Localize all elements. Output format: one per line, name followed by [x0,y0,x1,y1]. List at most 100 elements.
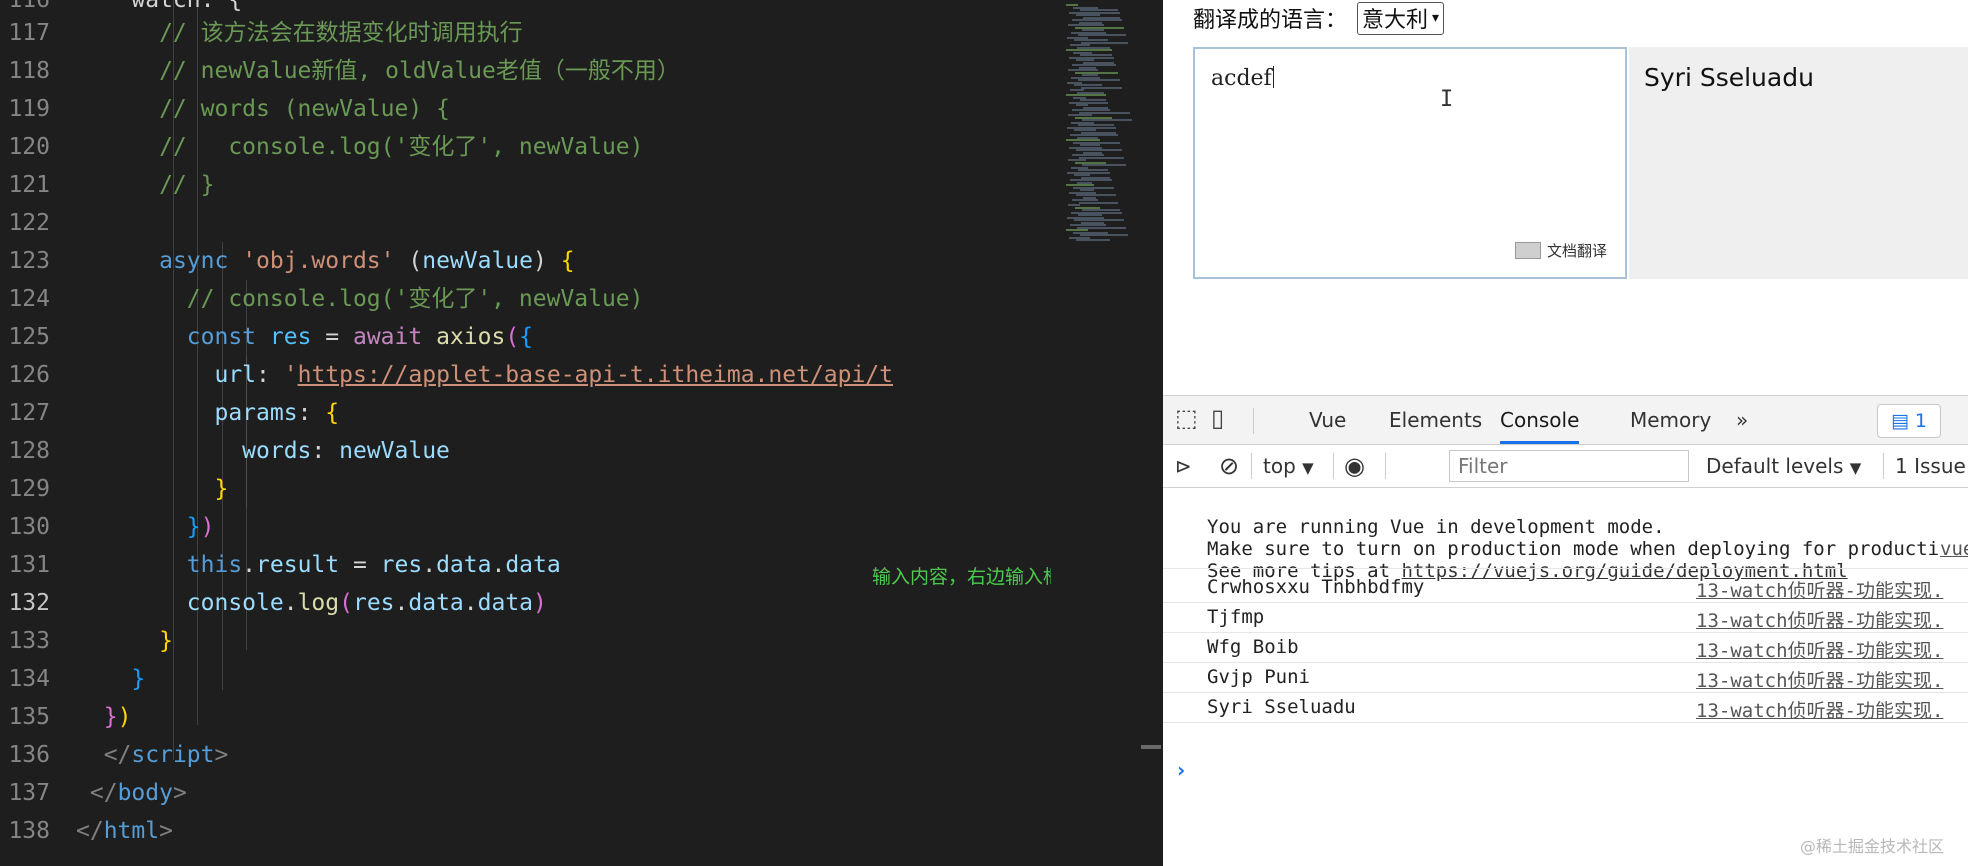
code-text: // newValue新值, oldValue老值（一般不用） [76,52,680,90]
translation-text: Syri Sseluadu [1644,63,1814,92]
code-token: res [380,552,423,578]
code-token: html [103,818,160,844]
message-badge[interactable]: ▤ 1 [1877,404,1941,438]
divider [1333,453,1334,479]
code-line[interactable]: 137 </body> [0,774,1051,812]
context-select[interactable]: top ▼ [1263,445,1314,487]
device-toolbar-icon[interactable]: ▯ [1211,404,1224,432]
row-divider [1163,568,1968,569]
editor-scrollbar[interactable] [1141,745,1161,749]
source-textarea[interactable]: acdef I 文档翻译 [1193,47,1627,279]
code-token: data [436,552,492,578]
clear-console-icon[interactable]: ⊘ [1219,445,1239,487]
doc-translate-button[interactable]: 文档翻译 [1514,240,1607,261]
code-token: . [491,552,506,578]
code-line[interactable]: 134 } [0,660,1051,698]
code-token: await [352,324,437,350]
code-line[interactable]: 118 // newValue新值, oldValue老值（一般不用） [0,52,1051,90]
language-row: 翻译成的语言： 意大利 ▾ [1193,0,1445,36]
line-number: 138 [8,818,50,844]
issues-button[interactable]: 1 Issue [1895,445,1966,487]
divider [1251,453,1252,479]
line-number: 137 [8,780,50,806]
code-text: } [76,660,145,698]
code-token: newValue [422,248,533,274]
more-tabs-button[interactable]: » [1736,396,1748,444]
text-caret [1272,66,1274,88]
source-link[interactable]: 13-watch侦听器-功能实现. [1696,666,1943,693]
minimap[interactable] [1058,0,1148,866]
tab-memory[interactable]: Memory [1630,396,1711,444]
code-line[interactable]: 125 const res = await axios({ [0,318,1051,356]
devtools-tabbar: ⬚ ▯ Vue Elements Console Memory » ▤ 1 [1163,396,1968,445]
code-token: ( [339,590,353,616]
log-text: Gvjp Puni [1207,666,1310,688]
code-line[interactable]: 136 </script> [0,736,1051,774]
code-token: log [297,590,340,616]
code-line[interactable]: 133 } [0,622,1051,660]
line-number: 126 [8,362,50,388]
code-token: . [394,590,409,616]
line-number: 118 [8,58,50,84]
code-token: https://applet-base-api-t.itheima.net/ap… [297,362,894,388]
code-token: } [103,704,118,730]
code-line[interactable]: 121 // } [0,166,1051,204]
code-editor[interactable]: 116 watch: {117 // 该方法会在数据变化时调用执行 118 // … [0,0,1051,866]
console-toolbar: ⊳ ⊘ top ▼ ◉ Filter Default levels ▼ 1 Is… [1163,445,1968,488]
tab-elements[interactable]: Elements [1389,396,1482,444]
code-line[interactable]: 138 </html> [0,812,1051,850]
language-selected: 意大利 [1362,8,1429,33]
line-number: 121 [8,172,50,198]
code-line[interactable]: 124 // console.log('变化了', newValue) [0,280,1051,318]
code-token: ) [533,248,561,274]
log-levels-select[interactable]: Default levels ▼ [1706,445,1861,487]
code-line[interactable]: 123 async 'obj.words' (newValue) { [0,242,1051,280]
filter-input[interactable]: Filter [1449,450,1689,482]
source-text: acdef [1211,66,1274,91]
code-token: // console.log('变化了', newValue) [76,134,644,160]
code-text: </script> [76,736,229,774]
code-line[interactable]: 122 [0,204,1051,242]
line-number: 130 [8,514,50,540]
tab-vue[interactable]: Vue [1309,396,1346,444]
source-link[interactable]: 13-watch侦听器-功能实现. [1696,576,1943,603]
code-text: url: 'https://applet-base-api-t.itheima.… [76,356,893,394]
code-line[interactable]: 132 console.log(res.data.data) [0,584,1051,622]
code-line[interactable]: 130 }) [0,508,1051,546]
code-text: console.log(res.data.data) [76,584,547,622]
log-text: Tjfmp [1207,606,1265,628]
code-token: axios [436,324,506,350]
code-token: ) [117,704,132,730]
inspect-element-icon[interactable]: ⬚ [1175,404,1198,432]
code-line[interactable]: 128 words: newValue [0,432,1051,470]
source-link[interactable]: 13-watch侦听器-功能实现. [1696,606,1943,633]
language-select[interactable]: 意大利 ▾ [1357,1,1445,35]
watermark: @稀土掘金技术社区 [1800,837,1945,856]
tab-console[interactable]: Console [1500,396,1580,444]
code-token: script [131,742,215,768]
console-prompt-icon[interactable]: › [1177,758,1185,782]
line-number: 128 [8,438,50,464]
code-line[interactable]: 135 }) [0,698,1051,736]
line-number: 120 [8,134,50,160]
code-line[interactable]: 119 // words (newValue) { [0,90,1051,128]
row-divider [1163,602,1968,603]
divider [1385,453,1386,479]
document-icon [1514,242,1541,259]
code-line[interactable]: 126 url: 'https://applet-base-api-t.ithe… [0,356,1051,394]
eye-icon[interactable]: ◉ [1344,445,1365,487]
line-number: 129 [8,476,50,502]
code-line[interactable]: 127 params: { [0,394,1051,432]
source-link[interactable]: 13-watch侦听器-功能实现. [1696,696,1943,723]
sidebar-toggle-icon[interactable]: ⊳ [1175,445,1192,487]
source-link[interactable]: 13-watch侦听器-功能实现. [1696,636,1943,663]
language-label: 翻译成的语言： [1193,8,1348,33]
code-line[interactable]: 129 } [0,470,1051,508]
code-token: // newValue新值, oldValue老值（一般不用） [76,58,680,84]
code-line[interactable]: 117 // 该方法会在数据变化时调用执行 [0,14,1051,52]
code-token: ) [533,590,547,616]
code-token: // words (newValue) { [76,96,450,122]
code-line[interactable]: 120 // console.log('变化了', newValue) [0,128,1051,166]
